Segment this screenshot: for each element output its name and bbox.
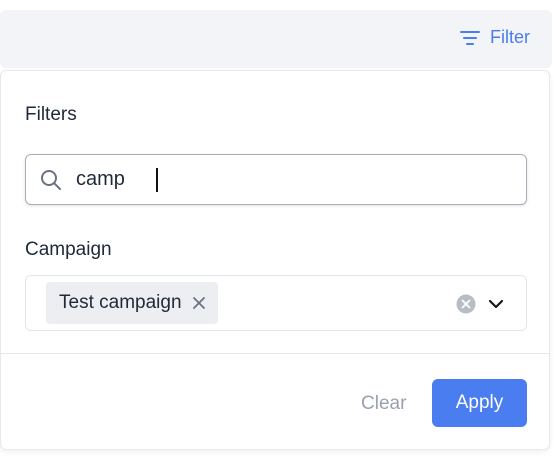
campaign-select[interactable]: Test campaign bbox=[25, 275, 527, 331]
filter-button-label: Filter bbox=[490, 27, 530, 47]
close-icon[interactable] bbox=[192, 296, 206, 310]
divider bbox=[1, 353, 549, 354]
panel-title: Filters bbox=[25, 104, 77, 125]
clear-button[interactable]: Clear bbox=[361, 393, 406, 415]
filter-icon bbox=[460, 30, 480, 46]
apply-button[interactable]: Apply bbox=[432, 379, 527, 427]
search-field[interactable] bbox=[25, 154, 527, 205]
filters-panel: Filters Campaign Test campaign bbox=[0, 70, 550, 450]
clear-circle-icon[interactable] bbox=[456, 294, 476, 314]
search-icon bbox=[40, 169, 62, 191]
search-input[interactable] bbox=[76, 164, 456, 195]
selected-chip: Test campaign bbox=[46, 282, 218, 324]
select-controls bbox=[456, 294, 504, 314]
chip-label: Test campaign bbox=[59, 292, 182, 313]
toolbar: Filter bbox=[0, 10, 552, 68]
text-caret bbox=[156, 168, 158, 192]
campaign-label: Campaign bbox=[25, 239, 112, 260]
filter-button[interactable]: Filter bbox=[460, 27, 530, 48]
chevron-down-icon[interactable] bbox=[488, 298, 504, 310]
